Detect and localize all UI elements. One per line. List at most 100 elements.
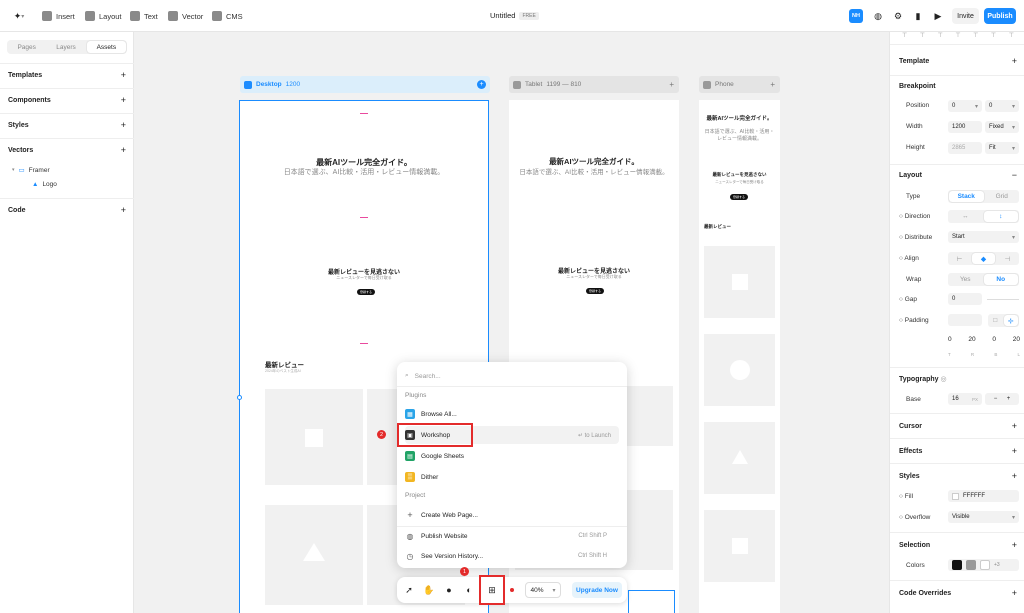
add-icon[interactable]: + [770, 80, 775, 89]
padding-bottom-value[interactable]: 0 [992, 336, 996, 343]
add-icon[interactable]: + [121, 71, 126, 80]
tab-assets[interactable]: Assets [86, 41, 126, 53]
position-x-field[interactable]: 0 ▾ [948, 100, 982, 112]
section-cursor[interactable]: Cursor + [899, 422, 1017, 431]
phone-frame[interactable]: 最新AIツール完全ガイド。 日本語で選ぶ、AI比較・活用・レビュー情報満載。 最… [699, 100, 780, 613]
horizontal-arrows-icon[interactable]: ↔ [948, 210, 983, 223]
globe-icon[interactable]: ◍ [871, 9, 885, 23]
create-web-page-item[interactable]: + Create Web Page... [405, 506, 619, 524]
tab-layers[interactable]: Layers [46, 40, 85, 54]
add-icon[interactable]: + [1012, 472, 1017, 481]
hand-icon[interactable]: ✋ [423, 584, 435, 596]
invite-button[interactable]: Invite [952, 8, 979, 24]
align-center-icon[interactable]: ◆ [972, 253, 995, 264]
color-swatch[interactable] [952, 560, 962, 570]
cta-button[interactable]: 登録する [730, 194, 749, 200]
vector-set-framer[interactable]: ▾ ▭ Framer [12, 166, 50, 175]
width-field[interactable]: 1200 [948, 121, 982, 133]
section-template[interactable]: Template + [899, 57, 1017, 66]
settings-icon[interactable]: ⚙ [891, 9, 905, 23]
base-stepper[interactable]: − + [985, 393, 1019, 405]
gap-field[interactable]: 0 [948, 293, 982, 305]
version-history-item[interactable]: ◷ See Version History... Ctrl Shift H [405, 547, 619, 565]
more-colors-count[interactable]: +3 [994, 562, 1000, 568]
add-icon[interactable]: + [1012, 447, 1017, 456]
comment-icon[interactable]: ● [443, 584, 455, 596]
vector-button[interactable]: Vector [168, 8, 203, 24]
distribute-icon[interactable]: ⊤ [1009, 32, 1014, 39]
desktop-frame-label[interactable]: Desktop 1200 + [240, 76, 490, 93]
resize-handle[interactable] [237, 395, 242, 400]
alignment-toolbar[interactable]: ⊤ ⊤ ⊤ ⊤ ⊤ ⊤ ⊤ [902, 32, 1014, 39]
align-center-icon[interactable]: ⊤ [920, 32, 925, 39]
section-code-overrides[interactable]: Code Overrides + [899, 589, 1017, 598]
plus-icon[interactable]: + [1007, 396, 1011, 402]
cta-button[interactable]: 登録する [357, 289, 376, 295]
section-selection[interactable]: Selection + [899, 541, 1017, 550]
remove-icon[interactable]: − [1012, 171, 1017, 180]
add-icon[interactable]: + [1012, 541, 1017, 550]
align-middle-icon[interactable]: ⊤ [973, 32, 978, 39]
section-code[interactable]: Code + [8, 206, 126, 215]
padding-top-value[interactable]: 0 [948, 336, 952, 343]
google-sheets-item[interactable]: ▤ Google Sheets [405, 447, 619, 465]
insert-button[interactable]: Insert [42, 8, 75, 24]
user-avatar[interactable]: NH [849, 9, 863, 23]
layout-button[interactable]: Layout [85, 8, 122, 24]
section-effects[interactable]: Effects + [899, 447, 1017, 456]
publish-button[interactable]: Publish [984, 8, 1016, 24]
position-y-field[interactable]: 0 ▾ [985, 100, 1019, 112]
align-top-icon[interactable]: ⊤ [955, 32, 960, 39]
individual-sides-icon[interactable]: ⊹ [1003, 315, 1018, 326]
add-icon[interactable]: + [121, 206, 126, 215]
publish-website-item[interactable]: ◍ Publish Website Ctrl Shift P [405, 527, 619, 545]
align-toggle[interactable]: ⊢ ◆ ⊣ [948, 252, 1019, 265]
add-icon[interactable]: + [121, 96, 126, 105]
color-swatch[interactable] [966, 560, 976, 570]
add-icon[interactable]: + [121, 121, 126, 130]
text-button[interactable]: Text [130, 8, 158, 24]
vector-logo[interactable]: ▲ Logo [32, 181, 57, 188]
zoom-select[interactable]: 40% ▾ [525, 582, 561, 598]
align-right-icon[interactable]: ⊤ [938, 32, 943, 39]
padding-mode-toggle[interactable]: □ ⊹ [988, 314, 1019, 327]
search-input[interactable]: Search... [415, 373, 441, 380]
color-swatch[interactable] [980, 560, 990, 570]
vertical-arrows-icon[interactable]: ↕ [983, 211, 1018, 222]
play-icon[interactable]: ▶ [931, 9, 945, 23]
tab-pages[interactable]: Pages [7, 40, 46, 54]
project-title[interactable]: Untitled FREE [490, 11, 539, 20]
add-icon[interactable]: + [669, 80, 674, 89]
align-left-icon[interactable]: ⊤ [902, 32, 907, 39]
wrap-toggle[interactable]: Yes No [948, 273, 1019, 286]
info-icon[interactable]: ◎ [941, 376, 947, 383]
cta-button[interactable]: 登録する [586, 288, 605, 294]
add-icon[interactable]: + [121, 146, 126, 155]
section-vectors[interactable]: Vectors + [8, 146, 126, 155]
dither-item[interactable]: ▒ Dither [405, 468, 619, 486]
section-layout[interactable]: Layout − [899, 171, 1017, 180]
layout-type-toggle[interactable]: Stack Grid [948, 190, 1019, 203]
upgrade-button[interactable]: Upgrade Now [572, 582, 622, 598]
overflow-select[interactable]: Visible ▾ [948, 511, 1019, 523]
wrap-no-option[interactable]: No [983, 274, 1018, 285]
height-mode-select[interactable]: Fit ▾ [985, 142, 1019, 154]
distribute-select[interactable]: Start ▾ [948, 231, 1019, 243]
chart-icon[interactable]: ▮ [911, 9, 925, 23]
add-icon[interactable]: + [1012, 589, 1017, 598]
padding-left-value[interactable]: 20 [1013, 336, 1020, 343]
cursor-icon[interactable]: ➚ [403, 584, 415, 596]
square-icon[interactable]: □ [988, 314, 1003, 327]
add-breakpoint-icon[interactable]: + [477, 80, 486, 89]
padding-values[interactable]: 0 20 0 20 [948, 336, 1020, 343]
browse-all-item[interactable]: ▦ Browse All... [405, 405, 619, 423]
framer-logo-menu[interactable]: ✦ ▾ [10, 8, 28, 24]
align-start-icon[interactable]: ⊢ [948, 252, 971, 265]
search-field[interactable]: ⌕ Search... [405, 367, 619, 385]
stack-option[interactable]: Stack [949, 191, 984, 202]
tablet-frame-label[interactable]: Tablet 1199 — 810 + [509, 76, 679, 93]
fill-field[interactable]: FFFFFF [948, 490, 1019, 502]
section-templates[interactable]: Templates + [8, 71, 126, 80]
selection-colors[interactable]: +3 [948, 559, 1019, 571]
base-size-field[interactable]: 16 PX [948, 393, 982, 405]
